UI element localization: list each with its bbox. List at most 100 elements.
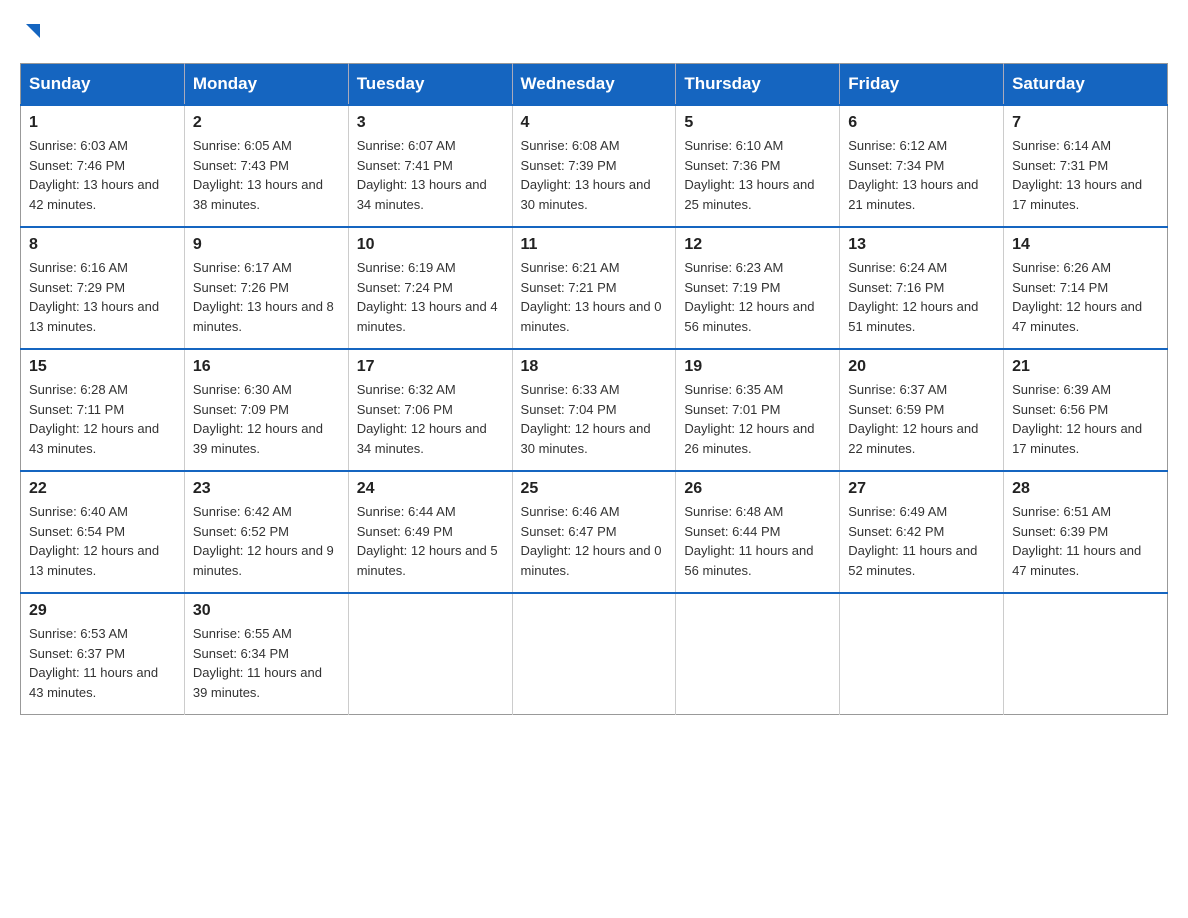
day-number: 3	[357, 114, 504, 132]
table-row: 22 Sunrise: 6:40 AMSunset: 6:54 PMDayligh…	[21, 471, 185, 593]
table-row: 28 Sunrise: 6:51 AMSunset: 6:39 PMDayligh…	[1004, 471, 1168, 593]
day-info: Sunrise: 6:03 AMSunset: 7:46 PMDaylight:…	[29, 136, 176, 214]
col-wednesday: Wednesday	[512, 64, 676, 106]
day-info: Sunrise: 6:33 AMSunset: 7:04 PMDaylight:…	[521, 380, 668, 458]
table-row: 17 Sunrise: 6:32 AMSunset: 7:06 PMDayligh…	[348, 349, 512, 471]
table-row: 16Sunrise: 6:30 AMSunset: 7:09 PMDayligh…	[184, 349, 348, 471]
day-info: Sunrise: 6:51 AMSunset: 6:39 PMDaylight:…	[1012, 502, 1159, 580]
day-info: Sunrise: 6:53 AMSunset: 6:37 PMDaylight:…	[29, 624, 176, 702]
day-info: Sunrise: 6:39 AMSunset: 6:56 PMDaylight:…	[1012, 380, 1159, 458]
col-sunday: Sunday	[21, 64, 185, 106]
calendar-week-row: 29 Sunrise: 6:53 AMSunset: 6:37 PMDayligh…	[21, 593, 1168, 715]
day-number: 24	[357, 480, 504, 498]
day-number: 14	[1012, 236, 1159, 254]
day-info: Sunrise: 6:10 AMSunset: 7:36 PMDaylight:…	[684, 136, 831, 214]
day-number: 21	[1012, 358, 1159, 376]
day-info: Sunrise: 6:23 AMSunset: 7:19 PMDaylight:…	[684, 258, 831, 336]
day-info: Sunrise: 6:37 AMSunset: 6:59 PMDaylight:…	[848, 380, 995, 458]
day-info: Sunrise: 6:32 AMSunset: 7:06 PMDaylight:…	[357, 380, 504, 458]
day-info: Sunrise: 6:12 AMSunset: 7:34 PMDaylight:…	[848, 136, 995, 214]
day-number: 7	[1012, 114, 1159, 132]
day-number: 6	[848, 114, 995, 132]
table-row: 18Sunrise: 6:33 AMSunset: 7:04 PMDayligh…	[512, 349, 676, 471]
table-row	[1004, 593, 1168, 715]
day-info: Sunrise: 6:26 AMSunset: 7:14 PMDaylight:…	[1012, 258, 1159, 336]
table-row: 6 Sunrise: 6:12 AMSunset: 7:34 PMDaylight…	[840, 105, 1004, 227]
table-row: 13 Sunrise: 6:24 AMSunset: 7:16 PMDayligh…	[840, 227, 1004, 349]
calendar-week-row: 15 Sunrise: 6:28 AMSunset: 7:11 PMDayligh…	[21, 349, 1168, 471]
table-row: 11 Sunrise: 6:21 AMSunset: 7:21 PMDayligh…	[512, 227, 676, 349]
day-info: Sunrise: 6:19 AMSunset: 7:24 PMDaylight:…	[357, 258, 504, 336]
col-friday: Friday	[840, 64, 1004, 106]
calendar-table: Sunday Monday Tuesday Wednesday Thursday…	[20, 63, 1168, 715]
day-number: 26	[684, 480, 831, 498]
table-row	[348, 593, 512, 715]
day-info: Sunrise: 6:35 AMSunset: 7:01 PMDaylight:…	[684, 380, 831, 458]
logo-arrow-icon	[22, 20, 44, 47]
day-info: Sunrise: 6:21 AMSunset: 7:21 PMDaylight:…	[521, 258, 668, 336]
table-row: 9Sunrise: 6:17 AMSunset: 7:26 PMDaylight…	[184, 227, 348, 349]
day-number: 9	[193, 236, 340, 254]
day-info: Sunrise: 6:16 AMSunset: 7:29 PMDaylight:…	[29, 258, 176, 336]
table-row: 30 Sunrise: 6:55 AMSunset: 6:34 PMDayligh…	[184, 593, 348, 715]
table-row	[512, 593, 676, 715]
day-number: 12	[684, 236, 831, 254]
calendar-week-row: 1 Sunrise: 6:03 AMSunset: 7:46 PMDaylight…	[21, 105, 1168, 227]
table-row: 21 Sunrise: 6:39 AMSunset: 6:56 PMDayligh…	[1004, 349, 1168, 471]
table-row	[840, 593, 1004, 715]
day-info: Sunrise: 6:46 AMSunset: 6:47 PMDaylight:…	[521, 502, 668, 580]
table-row: 5Sunrise: 6:10 AMSunset: 7:36 PMDaylight…	[676, 105, 840, 227]
day-number: 29	[29, 602, 176, 620]
col-thursday: Thursday	[676, 64, 840, 106]
day-number: 8	[29, 236, 176, 254]
table-row: 2Sunrise: 6:05 AMSunset: 7:43 PMDaylight…	[184, 105, 348, 227]
table-row: 19 Sunrise: 6:35 AMSunset: 7:01 PMDayligh…	[676, 349, 840, 471]
day-number: 27	[848, 480, 995, 498]
table-row	[676, 593, 840, 715]
day-info: Sunrise: 6:28 AMSunset: 7:11 PMDaylight:…	[29, 380, 176, 458]
day-number: 17	[357, 358, 504, 376]
table-row: 10 Sunrise: 6:19 AMSunset: 7:24 PMDayligh…	[348, 227, 512, 349]
day-info: Sunrise: 6:30 AMSunset: 7:09 PMDaylight:…	[193, 380, 340, 458]
table-row: 1 Sunrise: 6:03 AMSunset: 7:46 PMDaylight…	[21, 105, 185, 227]
calendar-header-row: Sunday Monday Tuesday Wednesday Thursday…	[21, 64, 1168, 106]
table-row: 3 Sunrise: 6:07 AMSunset: 7:41 PMDaylight…	[348, 105, 512, 227]
day-info: Sunrise: 6:42 AMSunset: 6:52 PMDaylight:…	[193, 502, 340, 580]
col-monday: Monday	[184, 64, 348, 106]
table-row: 7Sunrise: 6:14 AMSunset: 7:31 PMDaylight…	[1004, 105, 1168, 227]
day-number: 11	[521, 236, 668, 254]
col-tuesday: Tuesday	[348, 64, 512, 106]
table-row: 12 Sunrise: 6:23 AMSunset: 7:19 PMDayligh…	[676, 227, 840, 349]
table-row: 29 Sunrise: 6:53 AMSunset: 6:37 PMDayligh…	[21, 593, 185, 715]
day-info: Sunrise: 6:55 AMSunset: 6:34 PMDaylight:…	[193, 624, 340, 702]
table-row: 25 Sunrise: 6:46 AMSunset: 6:47 PMDayligh…	[512, 471, 676, 593]
day-info: Sunrise: 6:24 AMSunset: 7:16 PMDaylight:…	[848, 258, 995, 336]
table-row: 24 Sunrise: 6:44 AMSunset: 6:49 PMDayligh…	[348, 471, 512, 593]
page-header	[20, 20, 1168, 43]
day-info: Sunrise: 6:49 AMSunset: 6:42 PMDaylight:…	[848, 502, 995, 580]
calendar-week-row: 8 Sunrise: 6:16 AMSunset: 7:29 PMDaylight…	[21, 227, 1168, 349]
table-row: 27 Sunrise: 6:49 AMSunset: 6:42 PMDayligh…	[840, 471, 1004, 593]
day-number: 30	[193, 602, 340, 620]
day-number: 1	[29, 114, 176, 132]
day-number: 15	[29, 358, 176, 376]
col-saturday: Saturday	[1004, 64, 1168, 106]
table-row: 4Sunrise: 6:08 AMSunset: 7:39 PMDaylight…	[512, 105, 676, 227]
day-number: 4	[521, 114, 668, 132]
table-row: 23Sunrise: 6:42 AMSunset: 6:52 PMDayligh…	[184, 471, 348, 593]
day-info: Sunrise: 6:07 AMSunset: 7:41 PMDaylight:…	[357, 136, 504, 214]
table-row: 14 Sunrise: 6:26 AMSunset: 7:14 PMDayligh…	[1004, 227, 1168, 349]
day-number: 19	[684, 358, 831, 376]
table-row: 15 Sunrise: 6:28 AMSunset: 7:11 PMDayligh…	[21, 349, 185, 471]
logo	[20, 20, 44, 43]
day-number: 25	[521, 480, 668, 498]
calendar-week-row: 22 Sunrise: 6:40 AMSunset: 6:54 PMDayligh…	[21, 471, 1168, 593]
day-number: 22	[29, 480, 176, 498]
day-info: Sunrise: 6:40 AMSunset: 6:54 PMDaylight:…	[29, 502, 176, 580]
day-number: 13	[848, 236, 995, 254]
day-info: Sunrise: 6:44 AMSunset: 6:49 PMDaylight:…	[357, 502, 504, 580]
day-number: 10	[357, 236, 504, 254]
day-info: Sunrise: 6:05 AMSunset: 7:43 PMDaylight:…	[193, 136, 340, 214]
day-number: 28	[1012, 480, 1159, 498]
day-info: Sunrise: 6:48 AMSunset: 6:44 PMDaylight:…	[684, 502, 831, 580]
